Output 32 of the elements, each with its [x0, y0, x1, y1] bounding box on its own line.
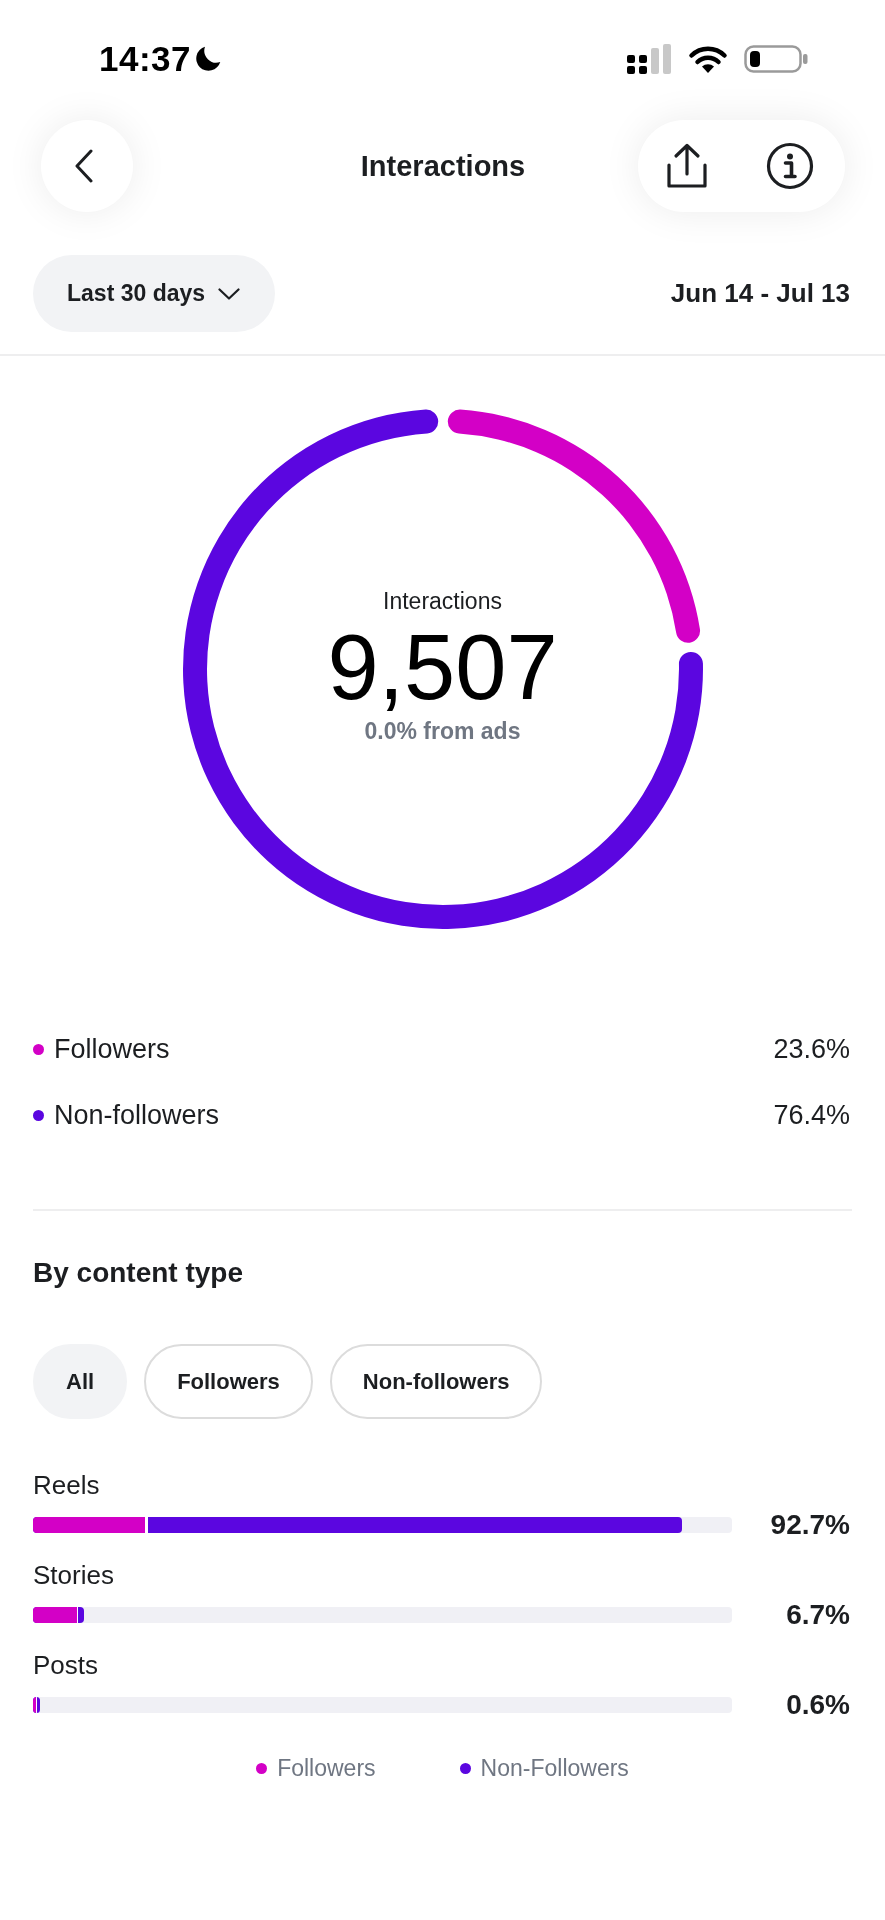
signal-icon	[627, 44, 672, 74]
filter-chip[interactable]: Followers	[144, 1344, 313, 1419]
filter-chip[interactable]: All	[33, 1344, 128, 1419]
page-title: Interactions	[360, 149, 526, 183]
back-icon	[74, 149, 94, 183]
content-type-label: Reels	[33, 1469, 100, 1501]
share-button[interactable]	[666, 143, 708, 189]
content-type-label: Posts	[33, 1649, 99, 1681]
info-icon	[766, 142, 814, 190]
chart-center-label: Interactions	[383, 587, 502, 615]
legend-label: Followers	[54, 1033, 170, 1065]
content-type-label: Stories	[33, 1559, 114, 1591]
ads-share-note: 0.0% from ads	[364, 717, 521, 745]
percentage-value: 0.6%	[785, 1689, 850, 1721]
section-title: By content type	[33, 1256, 244, 1290]
wifi-icon	[688, 44, 728, 74]
percentage-value: 92.7%	[769, 1509, 850, 1541]
date-range-dropdown[interactable]: Last 30 days	[33, 255, 276, 332]
legend-value: 23.6%	[773, 1033, 850, 1065]
total-count: 9,507	[327, 619, 558, 715]
legend-label: Non-followers	[54, 1099, 220, 1131]
battery-icon	[744, 45, 808, 73]
legend-label: Non-Followers	[480, 1754, 629, 1782]
caret-icon	[218, 287, 241, 300]
status-time: 14:37	[99, 39, 192, 79]
legend-value: 76.4%	[773, 1099, 850, 1131]
date-range-text: Jun 14 - Jul 13	[670, 278, 850, 309]
share-icon	[666, 143, 708, 189]
legend-label: Followers	[277, 1754, 376, 1782]
percentage-value: 6.7%	[785, 1599, 850, 1631]
filter-chip[interactable]: Non-followers	[329, 1344, 543, 1419]
info-button[interactable]	[766, 142, 814, 190]
